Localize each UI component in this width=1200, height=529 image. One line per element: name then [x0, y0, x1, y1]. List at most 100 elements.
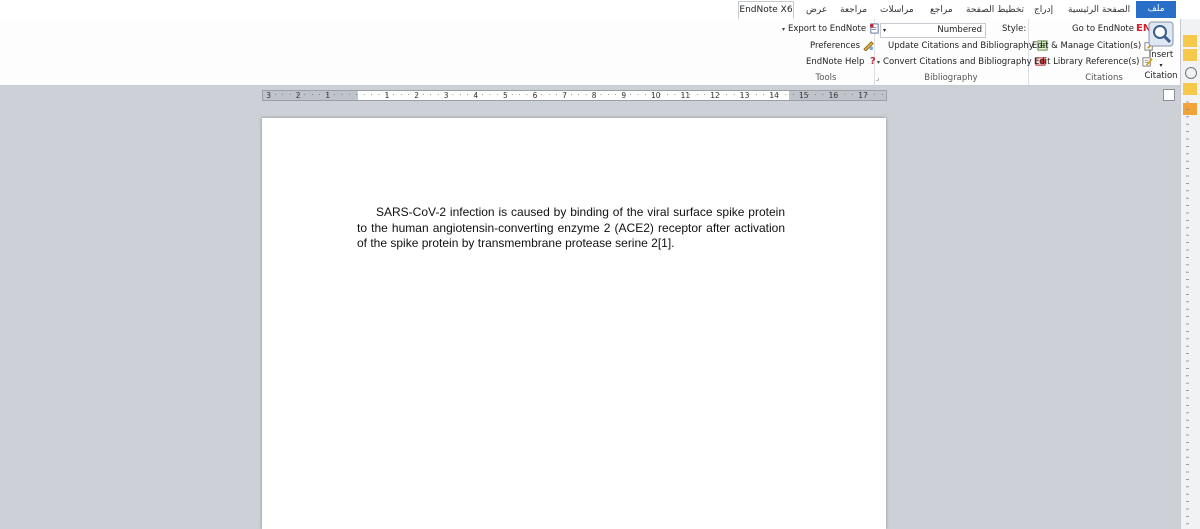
ruler-tick: · — [829, 92, 832, 99]
ruler-tick: · — [651, 92, 654, 99]
citations-group: Go to EndNote EN Edit & Manage Citation(s… — [1028, 19, 1180, 85]
ruler-tick: · — [622, 92, 625, 99]
ruler-tick: · — [711, 92, 713, 99]
ruler-tick: · — [799, 92, 802, 99]
ruler-tick: · — [674, 92, 676, 99]
ruler-tick: · — [474, 92, 477, 99]
ruler-tick: · — [614, 92, 617, 99]
preferences-button[interactable]: Preferences — [810, 39, 874, 53]
tab-insert[interactable]: إدراج — [1034, 3, 1053, 17]
vertical-ruler — [1186, 101, 1189, 525]
ruler-tick: · — [592, 92, 595, 99]
dialog-launcher-icon[interactable]: ⌟ — [876, 74, 879, 82]
ruler-tick: · — [659, 92, 662, 99]
dropdown-arrow-icon: ▾ — [782, 26, 786, 33]
ruler-tick: · — [607, 92, 610, 99]
ruler-tick: · — [407, 92, 410, 99]
bibliography-group-label: Bibliography — [924, 73, 978, 83]
tab-file[interactable]: ملف — [1136, 1, 1176, 18]
panel-icon — [1183, 49, 1197, 61]
tab-review[interactable]: مراجعة — [840, 3, 867, 17]
insert-citation-button[interactable]: Insert ▾ Citation — [1144, 21, 1178, 81]
tools-group: ▾ Export to EndNote Preferences EndNote H… — [778, 19, 879, 85]
tools-group-label: Tools — [815, 73, 837, 83]
document-page[interactable]: SARS-CoV-2 infection is caused by bindin… — [262, 118, 886, 529]
tab-mailings[interactable]: مراسلات — [880, 3, 914, 17]
ruler-tick: · — [355, 92, 358, 99]
ruler-tick: · — [577, 92, 580, 99]
ruler-tick: · — [311, 92, 314, 99]
preferences-icon — [863, 41, 874, 51]
ruler-tick: · — [540, 92, 543, 99]
endnote-help-button[interactable]: EndNote Help? — [806, 55, 878, 69]
ruler-tick: · — [281, 92, 284, 99]
go-to-endnote-button[interactable]: Go to EndNote EN — [1072, 22, 1151, 36]
ruler-tick: · — [526, 92, 528, 99]
ruler-tick: · — [851, 92, 854, 99]
ruler-tick: · — [370, 92, 373, 99]
insert-label: Insert — [1148, 50, 1174, 60]
ruler-tick: · — [481, 92, 484, 99]
ruler-tick: · — [333, 92, 336, 99]
citation-label: Citation — [1144, 71, 1178, 81]
ruler-tick: · — [459, 92, 462, 99]
ruler-tick: · — [681, 92, 684, 99]
goto-label: Go to EndNote — [1072, 24, 1134, 34]
ruler-ticks: 3 2 1 1 2 3 4 5 6 7 8 9 10 11 12 13 14 15 16 17 · · · · · · · · · · · ·… — [263, 91, 886, 100]
ruler-tick: · — [644, 92, 647, 99]
ruler-tick: · — [792, 92, 795, 99]
ruler-tick: · — [859, 92, 861, 99]
tab-home[interactable]: الصفحة الرئيسية — [1068, 3, 1130, 17]
style-dropdown[interactable]: ▾ Numbered — [880, 23, 986, 38]
tab-references[interactable]: مراجع — [930, 3, 953, 17]
ruler-tick: · — [444, 92, 447, 99]
ruler-tick: · — [348, 92, 351, 99]
ruler-tick: · — [725, 92, 728, 99]
edit-library-label: Edit Library Reference(s) — [1034, 57, 1140, 67]
ruler-tick: · — [296, 92, 299, 99]
update-citations-button[interactable]: Update Citations and Bibliography — [888, 39, 1048, 53]
ruler-tick: · — [326, 92, 329, 99]
ruler-tick: · — [392, 92, 395, 99]
edit-manage-citations-button[interactable]: Edit & Manage Citation(s) — [1032, 39, 1155, 53]
view-ruler-toggle[interactable] — [1163, 89, 1175, 101]
edit-library-reference-button[interactable]: Edit Library Reference(s) — [1034, 55, 1154, 69]
ruler-tick: · — [748, 92, 750, 99]
ruler-tick: · — [755, 92, 758, 99]
panel-icon — [1183, 35, 1197, 47]
ribbon-tab-bar: ملف الصفحة الرئيسية إدراج تخطيط الصفحة م… — [0, 0, 1200, 20]
ruler-tick: · — [563, 92, 565, 99]
ruler-tick: · — [881, 92, 884, 99]
ruler-tick: · — [452, 92, 454, 99]
style-label: Style: — [1002, 24, 1027, 34]
search-icon[interactable] — [1185, 67, 1197, 79]
document-paragraph[interactable]: SARS-CoV-2 infection is caused by bindin… — [357, 205, 785, 252]
ruler-tick: · — [511, 92, 514, 99]
ruler-tick: · — [400, 92, 403, 99]
edit-manage-label: Edit & Manage Citation(s) — [1032, 41, 1142, 51]
ruler-tick: · — [600, 92, 602, 99]
ruler-tick: · — [703, 92, 706, 99]
ruler-tick: · — [267, 92, 269, 99]
export-to-endnote-button[interactable]: ▾ Export to EndNote — [782, 22, 880, 36]
style-value: Numbered — [937, 25, 982, 35]
ruler-tick: · — [688, 92, 691, 99]
ruler-tick: · — [363, 92, 366, 99]
ruler-tick: · — [762, 92, 765, 99]
ruler-tick: · — [807, 92, 810, 99]
ruler-tick: · — [836, 92, 839, 99]
ruler-tick: · — [289, 92, 292, 99]
ruler-tick: · — [570, 92, 573, 99]
tab-endnote[interactable]: EndNote X6 — [738, 1, 794, 19]
horizontal-ruler[interactable]: 3 2 1 1 2 3 4 5 6 7 8 9 10 11 12 13 14 15 16 17 · · · · · · · · · · · ·… — [262, 90, 887, 101]
ruler-tick: · — [718, 92, 721, 99]
tab-page-layout[interactable]: تخطيط الصفحة — [966, 3, 1024, 17]
ruler-tick: · — [548, 92, 551, 99]
ruler-tick: · — [866, 92, 869, 99]
convert-citations-button[interactable]: ▾ Convert Citations and Bibliography — [877, 55, 1046, 69]
ruler-tick: · — [466, 92, 469, 99]
ruler-tick: · — [437, 92, 440, 99]
tab-view[interactable]: عرض — [806, 3, 827, 17]
ruler-tick: · — [637, 92, 639, 99]
ruler-tick: · — [873, 92, 876, 99]
